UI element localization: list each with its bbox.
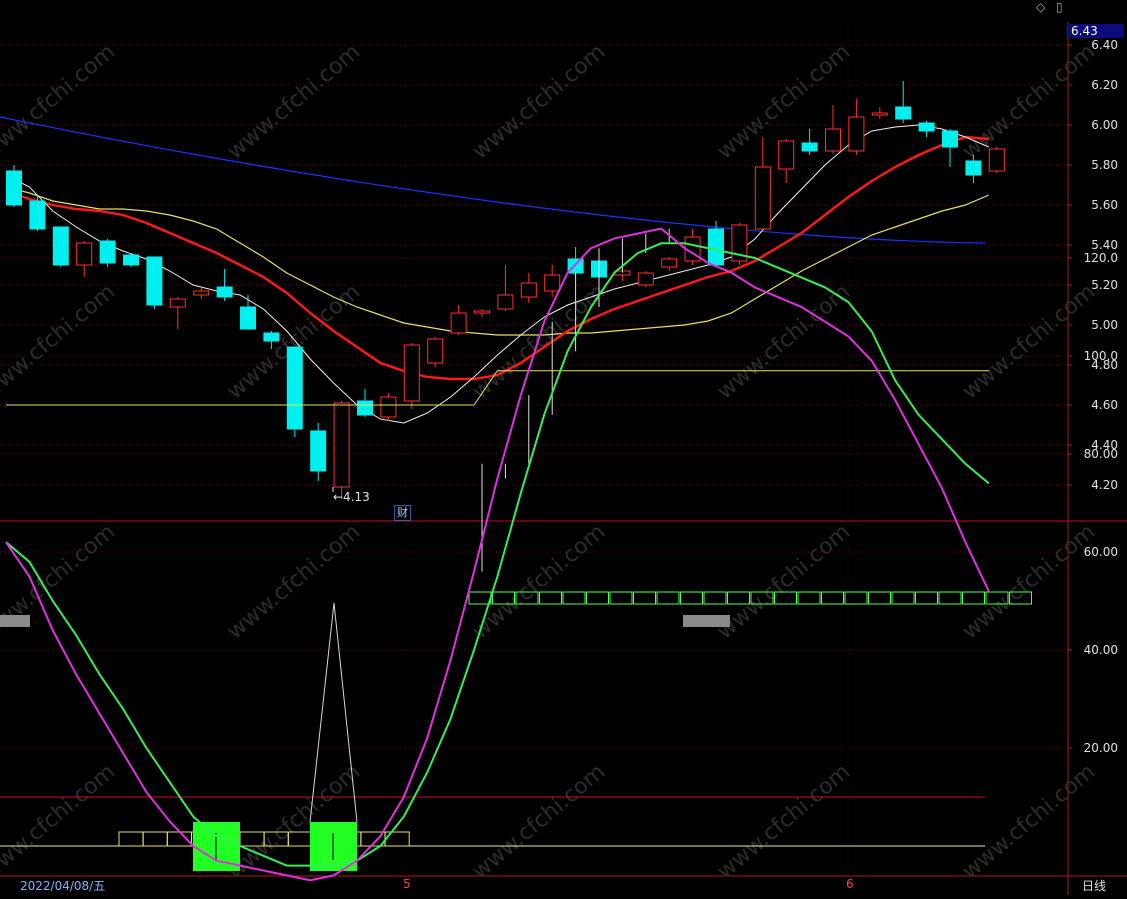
upper-band-box <box>633 591 656 605</box>
candle-body <box>637 272 654 286</box>
main-tick-label: 6.20 <box>1091 78 1118 92</box>
candle-body <box>263 332 280 342</box>
lower-band-box <box>142 831 168 847</box>
candle-body <box>240 306 256 330</box>
upper-band-box <box>468 591 492 605</box>
upper-band-box <box>656 591 680 605</box>
upper-band-box <box>797 591 821 605</box>
upper-band-box <box>938 591 962 605</box>
candle-body <box>427 338 444 364</box>
watermark-text: www.cfchi.com <box>958 279 1100 404</box>
candle-body <box>6 170 22 206</box>
upper-band-box <box>609 591 633 605</box>
candle-body <box>801 142 818 152</box>
upper-band-box <box>915 591 938 605</box>
period-selector[interactable]: 日线 <box>1082 877 1106 894</box>
main-tick-label: 5.20 <box>1091 278 1118 292</box>
watermark-text: www.cfchi.com <box>223 519 365 644</box>
upper-band-box <box>821 591 844 605</box>
watermark-text: www.cfchi.com <box>958 759 1100 884</box>
cursor-date: 2022/04/08/五 <box>20 879 106 893</box>
main-tick-label: 5.60 <box>1091 198 1118 212</box>
candle-body <box>193 290 210 296</box>
candle-body <box>497 294 514 310</box>
candle-body <box>895 106 912 120</box>
candle-body <box>403 344 420 402</box>
watermark-text: www.cfchi.com <box>958 39 1100 164</box>
watermark-text: www.cfchi.com <box>713 519 855 644</box>
candle-body <box>380 396 397 418</box>
candle-body <box>52 226 69 266</box>
low-price-annotation: ←4.13 <box>333 490 370 504</box>
ind-tick-label: 20.00 <box>1084 741 1118 755</box>
candle-body <box>661 258 678 268</box>
candle-body <box>871 112 888 116</box>
month-label-6: 6 <box>846 877 854 891</box>
upper-band-box <box>586 591 609 605</box>
watermark-text: www.cfchi.com <box>468 759 610 884</box>
upper-band-box <box>962 591 985 605</box>
month-label-5: 5 <box>403 877 411 891</box>
candle-body <box>918 122 935 132</box>
watermark-text: www.cfchi.com <box>713 279 855 404</box>
candle-body <box>310 430 327 472</box>
candle-body <box>708 228 724 266</box>
watermark-text: www.cfchi.com <box>713 759 855 884</box>
stock-chart[interactable]: 6.406.206.005.805.605.405.205.004.804.60… <box>0 0 1127 895</box>
lower-band-box <box>118 831 144 847</box>
gray-marker-right <box>683 615 730 627</box>
current-price-badge: 6.43 <box>1068 24 1124 38</box>
candle-body <box>848 116 865 152</box>
candle-body <box>942 130 958 148</box>
candle-body <box>754 166 771 230</box>
candle-body <box>988 148 1005 172</box>
watermark-text: www.cfchi.com <box>468 39 610 164</box>
candle-body <box>216 286 233 298</box>
candle-body <box>825 128 841 152</box>
candle-body <box>169 298 186 308</box>
gray-marker-left <box>0 615 30 627</box>
candle-body <box>99 240 116 264</box>
upper-band-box <box>868 591 891 605</box>
candle-body <box>778 140 795 170</box>
upper-band-box <box>562 591 586 605</box>
watermark-text: www.cfchi.com <box>468 519 610 644</box>
watermark-text: www.cfchi.com <box>223 39 365 164</box>
candle-body <box>123 254 139 266</box>
candle-body <box>357 400 373 416</box>
main-tick-label: 6.40 <box>1091 38 1118 52</box>
candle-body <box>520 282 537 298</box>
upper-band-box <box>891 591 915 605</box>
candle-body <box>965 160 982 176</box>
candle-body <box>29 200 46 230</box>
watermark-text: www.cfchi.com <box>0 759 120 884</box>
ind-tick-label: 80.00 <box>1084 447 1118 461</box>
watermark-text: www.cfchi.com <box>0 39 120 164</box>
candle-body <box>76 242 93 266</box>
main-tick-label: 5.40 <box>1091 238 1118 252</box>
main-tick-label: 4.20 <box>1091 478 1118 492</box>
candle-body <box>474 310 490 314</box>
main-tick-label: 6.00 <box>1091 118 1118 132</box>
upper-band-box <box>703 591 727 605</box>
ind-tick-label: 100.0 <box>1084 349 1118 363</box>
watermark-text: www.cfchi.com <box>958 519 1100 644</box>
chart-stage[interactable]: 6.40 6.20 6.00 5.80 5.60 5.40 5.20 5.00 4.80 4.60… <box>0 0 1127 895</box>
upper-band-box <box>680 591 703 605</box>
watermark-text: www.cfchi.com <box>0 279 120 404</box>
ind-tick-label: 120.0 <box>1084 251 1118 265</box>
candle-body <box>333 402 350 488</box>
main-tick-label: 5.80 <box>1091 158 1118 172</box>
candle-body <box>146 256 163 306</box>
financial-report-marker[interactable]: 财 <box>394 505 411 521</box>
candle-body <box>286 346 303 430</box>
diamond-icon[interactable]: ◇ <box>1036 0 1045 14</box>
lock-icon[interactable]: ▯ <box>1056 0 1063 14</box>
main-tick-label: 4.60 <box>1091 398 1118 412</box>
ind-tick-label: 40.00 <box>1084 643 1118 657</box>
candle-body <box>450 312 467 334</box>
main-tick-label: 5.00 <box>1091 318 1118 332</box>
candle-body <box>544 274 561 292</box>
